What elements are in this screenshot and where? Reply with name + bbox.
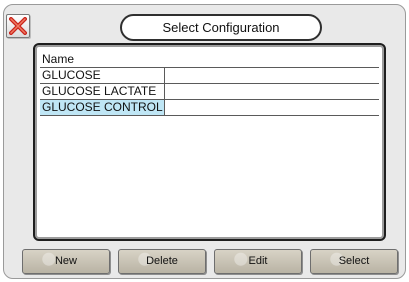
edit-button[interactable]: Edit (214, 249, 302, 274)
list-item[interactable]: GLUCOSE (40, 68, 379, 84)
dialog-title: Select Configuration (120, 14, 322, 41)
close-button[interactable] (6, 14, 30, 38)
close-x-icon (9, 17, 27, 35)
configuration-list[interactable]: Name GLUCOSE GLUCOSE LACTATE GLUCOSE CON… (33, 43, 386, 241)
list-item-name: GLUCOSE CONTROL (40, 100, 165, 115)
list-item-name: GLUCOSE (40, 68, 165, 83)
list-table: Name GLUCOSE GLUCOSE LACTATE GLUCOSE CON… (40, 52, 379, 116)
select-button[interactable]: Select (310, 249, 398, 274)
list-header-row: Name (40, 52, 379, 68)
list-item-name: GLUCOSE LACTATE (40, 84, 165, 99)
column-header-name: Name (42, 52, 75, 66)
list-item[interactable]: GLUCOSE LACTATE (40, 84, 379, 100)
delete-button[interactable]: Delete (118, 249, 206, 274)
new-button[interactable]: New (22, 249, 110, 274)
list-item-selected[interactable]: GLUCOSE CONTROL (40, 100, 379, 116)
